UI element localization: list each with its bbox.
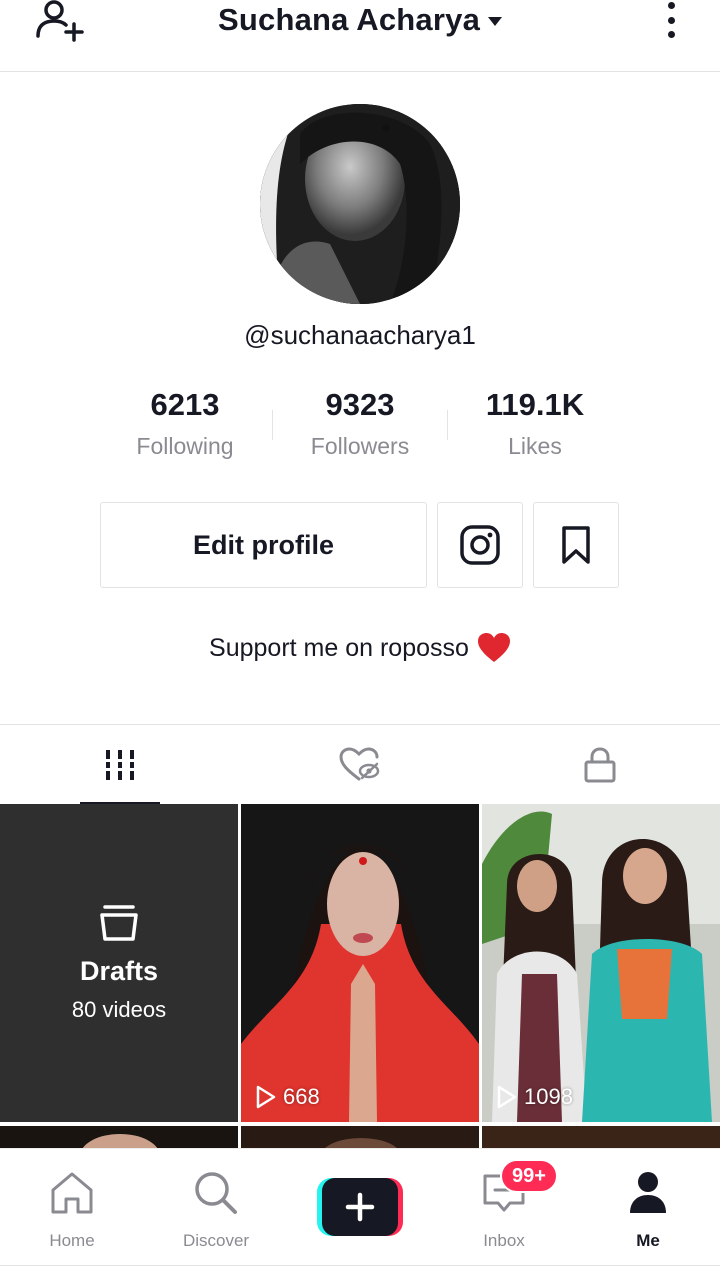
instagram-button[interactable]	[437, 502, 523, 588]
tab-private[interactable]	[480, 725, 720, 805]
view-count-value: 1098	[524, 1084, 573, 1109]
video-thumbnail-image	[241, 804, 479, 1122]
view-count: 1098	[496, 1084, 573, 1110]
instagram-icon	[460, 525, 500, 565]
nav-label: Home	[49, 1231, 95, 1250]
tab-videos[interactable]	[0, 725, 240, 805]
profile-tabs	[0, 724, 720, 805]
favorites-button[interactable]	[533, 502, 619, 588]
bottom-navigation: Home Discover Inbox 99+ Me	[0, 1148, 720, 1266]
stat-label: Following	[136, 433, 234, 459]
stat-value: 9323	[325, 387, 395, 422]
stat-label: Followers	[310, 433, 410, 459]
drafts-tile[interactable]: Drafts 80 videos	[0, 804, 238, 1122]
profile-name: Suchana Acharya	[217, 2, 481, 37]
video-thumbnail[interactable]	[0, 1126, 238, 1150]
plus-icon	[317, 1178, 403, 1236]
stat-following[interactable]: 6213 Following	[98, 382, 272, 464]
stat-followers[interactable]: 9323 Followers	[273, 382, 447, 464]
nav-label: Discover	[182, 1231, 250, 1250]
heart-emoji-icon	[477, 632, 511, 664]
play-icon	[256, 1085, 276, 1109]
stat-likes[interactable]: 119.1K Likes	[448, 382, 622, 464]
username-handle: @suchanaacharya1	[244, 320, 476, 350]
bookmark-icon	[562, 526, 590, 564]
nav-me[interactable]: Me	[576, 1149, 720, 1267]
chevron-down-icon	[488, 16, 503, 26]
video-grid: Drafts 80 videos 668 1098	[0, 804, 720, 1150]
top-bar: Suchana Acharya	[0, 0, 720, 72]
more-vertical-icon[interactable]	[662, 0, 680, 40]
liked-hidden-icon	[339, 747, 380, 781]
video-thumbnail-image	[81, 1134, 159, 1150]
account-switcher[interactable]: Suchana Acharya	[0, 0, 720, 40]
search-icon	[195, 1172, 237, 1214]
grid-icon	[106, 750, 134, 780]
video-thumbnail-image	[323, 1138, 399, 1150]
video-thumbnail-image	[482, 804, 720, 1122]
video-thumbnail[interactable]	[241, 1126, 479, 1150]
stat-label: Likes	[508, 433, 562, 459]
stat-value: 6213	[150, 387, 220, 422]
nav-discover[interactable]: Discover	[144, 1149, 288, 1267]
home-icon	[51, 1172, 93, 1214]
stat-value: 119.1K	[485, 387, 585, 422]
video-thumbnail[interactable]	[482, 1126, 720, 1150]
play-icon	[497, 1085, 517, 1109]
drafts-label: Drafts	[79, 955, 159, 986]
edit-profile-button[interactable]: Edit profile	[100, 502, 427, 588]
drafts-count: 80 videos	[71, 996, 167, 1022]
create-video-button[interactable]	[317, 1178, 403, 1236]
tab-liked[interactable]	[240, 725, 480, 805]
nav-label: Me	[636, 1231, 660, 1250]
drafts-box-icon	[100, 904, 138, 941]
view-count: 668	[255, 1084, 320, 1110]
video-thumbnail[interactable]: 668	[241, 804, 479, 1122]
bio-text: Support me on roposso	[209, 633, 469, 662]
video-thumbnail[interactable]: 1098	[482, 804, 720, 1122]
profile-stats: 6213 Following 9323 Followers 119.1K Lik…	[98, 382, 622, 472]
lock-icon	[584, 747, 616, 783]
view-count-value: 668	[283, 1084, 320, 1109]
avatar[interactable]	[260, 104, 460, 304]
nav-label: Inbox	[483, 1231, 525, 1250]
inbox-badge: 99+	[500, 1159, 558, 1193]
bio: Support me on roposso	[0, 632, 720, 664]
person-icon	[630, 1172, 666, 1213]
nav-home[interactable]: Home	[0, 1149, 144, 1267]
